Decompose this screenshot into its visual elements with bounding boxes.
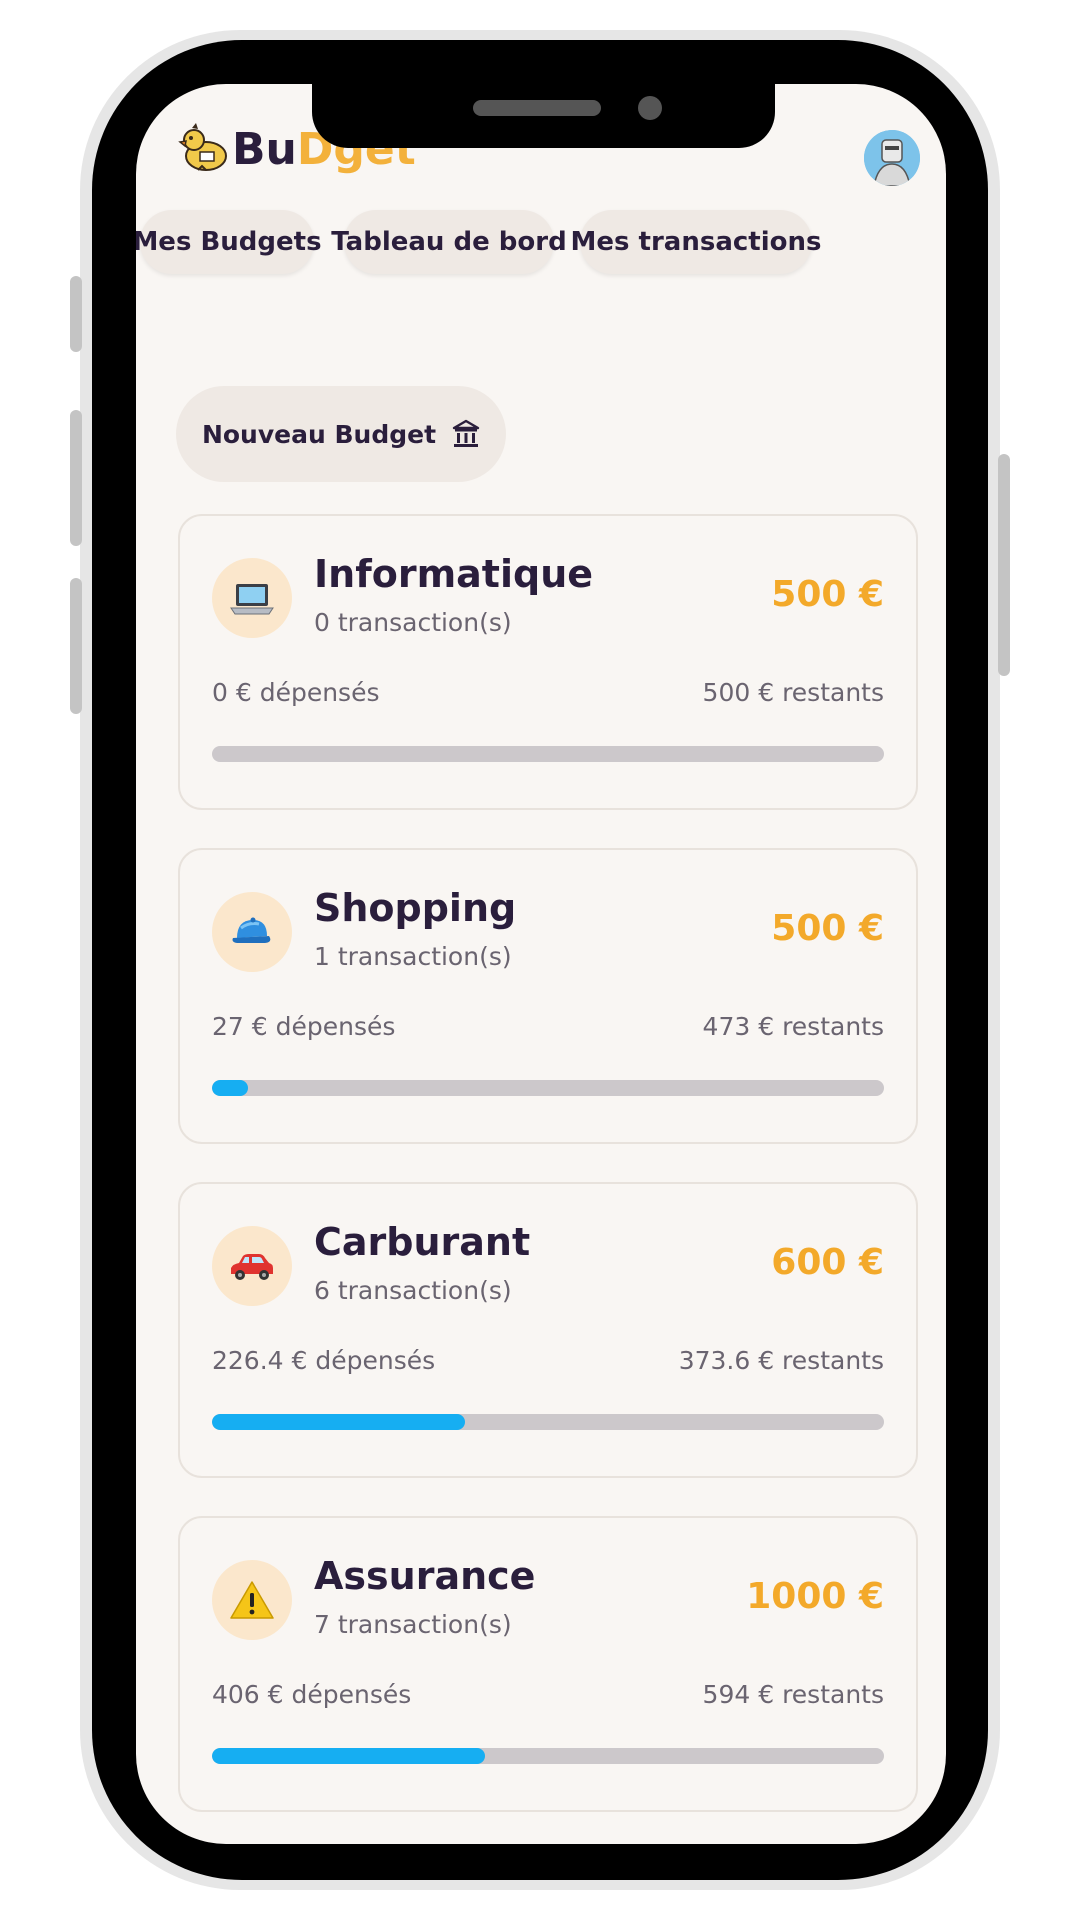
logo-text-primary: Bu	[232, 123, 297, 175]
budget-transaction-count: 7 transaction(s)	[314, 1610, 512, 1639]
budget-amount: 500 €	[771, 574, 884, 615]
mute-switch	[70, 276, 82, 352]
budget-transaction-count: 0 transaction(s)	[314, 608, 512, 637]
volume-up-button	[70, 410, 82, 546]
duck-mascot-icon	[178, 123, 227, 171]
budget-remaining: 473 € restants	[702, 1012, 884, 1041]
budget-card-informatique[interactable]: Informatique 0 transaction(s) 500 € 0 € …	[178, 514, 918, 810]
budget-remaining: 500 € restants	[702, 678, 884, 707]
app-screen: BuDget Mes Budgets Tableau de bord Mes t…	[136, 84, 946, 1844]
budget-transaction-count: 1 transaction(s)	[314, 942, 512, 971]
budget-title: Carburant	[314, 1220, 531, 1264]
budget-amount: 500 €	[771, 908, 884, 949]
device-notch	[312, 84, 775, 148]
user-avatar[interactable]	[864, 130, 920, 186]
budget-card-shopping[interactable]: Shopping 1 transaction(s) 500 € 27 € dép…	[178, 848, 918, 1144]
cap-icon	[212, 892, 292, 972]
budget-progress-bar	[212, 1080, 884, 1096]
volume-down-button	[70, 578, 82, 714]
car-icon	[212, 1226, 292, 1306]
nav-tab-label: Tableau de bord	[331, 227, 567, 257]
nav-tab-label: Mes Budgets	[136, 227, 322, 257]
budget-transaction-count: 6 transaction(s)	[314, 1276, 512, 1305]
budget-spent: 226.4 € dépensés	[212, 1346, 436, 1375]
front-camera	[638, 96, 662, 120]
avatar-image-icon	[864, 130, 920, 186]
warning-icon	[212, 1560, 292, 1640]
budget-remaining: 373.6 € restants	[678, 1346, 884, 1375]
budget-progress-fill	[212, 1414, 466, 1430]
budget-title: Shopping	[314, 886, 517, 930]
budget-progress-bar	[212, 1748, 884, 1764]
budget-title: Informatique	[314, 552, 594, 596]
budget-remaining: 594 € restants	[702, 1680, 884, 1709]
budget-amount: 1000 €	[746, 1576, 884, 1617]
budget-title: Assurance	[314, 1554, 536, 1598]
nav-tab-label: Mes transactions	[570, 227, 822, 257]
new-budget-button[interactable]: Nouveau Budget	[176, 386, 506, 482]
bank-icon	[452, 419, 480, 447]
nav-tab-mes-budgets[interactable]: Mes Budgets	[136, 210, 322, 274]
budget-progress-bar	[212, 746, 884, 762]
laptop-icon	[212, 558, 292, 638]
power-button	[998, 454, 1010, 676]
budget-card-assurance[interactable]: Assurance 7 transaction(s) 1000 € 406 € …	[178, 1516, 918, 1812]
speaker-grille	[473, 100, 601, 116]
new-budget-label: Nouveau Budget	[201, 419, 437, 449]
nav-tab-tableau-de-bord[interactable]: Tableau de bord	[331, 210, 567, 274]
budget-amount: 600 €	[771, 1242, 884, 1283]
budget-card-carburant[interactable]: Carburant 6 transaction(s) 600 € 226.4 €…	[178, 1182, 918, 1478]
budget-spent: 27 € dépensés	[212, 1012, 396, 1041]
budget-progress-bar	[212, 1414, 884, 1430]
budget-spent: 406 € dépensés	[212, 1680, 412, 1709]
budget-spent: 0 € dépensés	[212, 678, 380, 707]
nav-tab-mes-transactions[interactable]: Mes transactions	[571, 210, 821, 274]
budget-progress-fill	[212, 1080, 249, 1096]
budget-progress-fill	[212, 1748, 485, 1764]
